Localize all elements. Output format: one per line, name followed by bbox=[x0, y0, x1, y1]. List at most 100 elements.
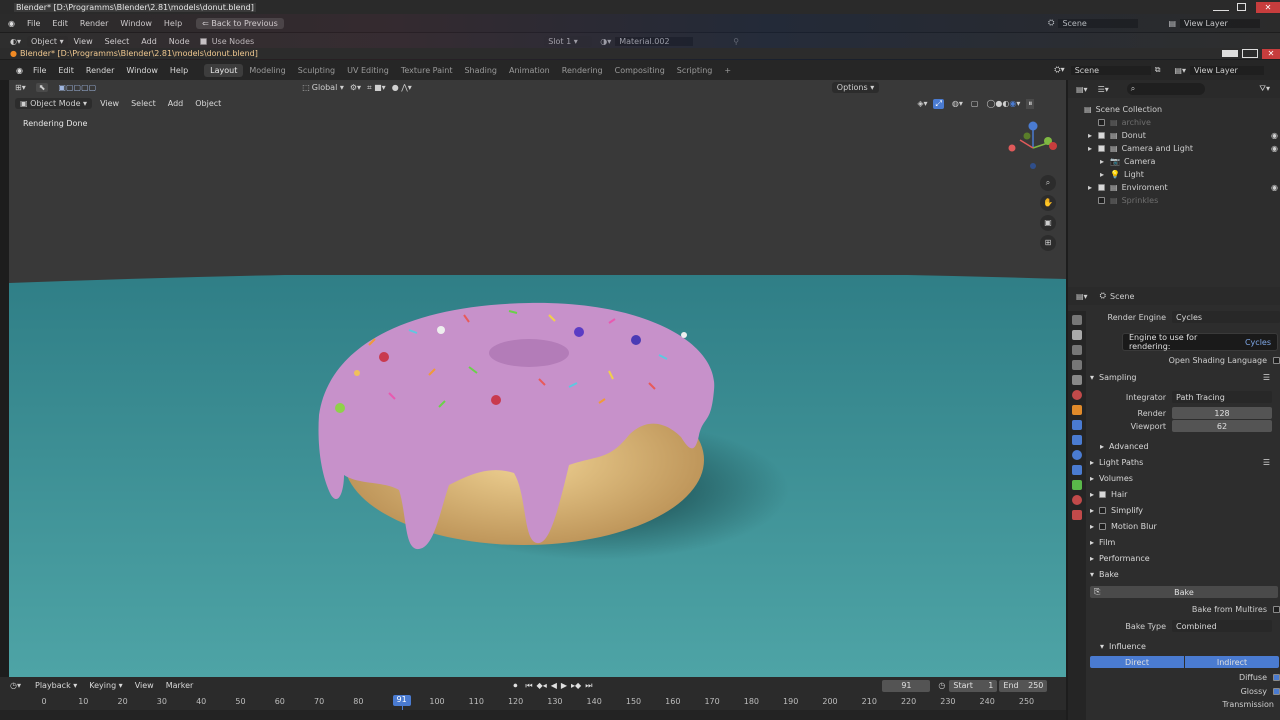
pause-render-icon[interactable]: ⏸ bbox=[1026, 98, 1035, 109]
fg-blender-logo-icon[interactable]: ◉ bbox=[16, 66, 23, 75]
pan-hand-icon[interactable]: ✋ bbox=[1040, 195, 1056, 211]
blender-logo-icon[interactable]: ◉ bbox=[8, 19, 15, 28]
light-paths-presets-icon[interactable]: ☰ bbox=[1263, 458, 1270, 467]
bg-mode-dropdown[interactable]: Object ▾ bbox=[27, 35, 68, 47]
tab-uv-editing[interactable]: UV Editing bbox=[341, 64, 395, 77]
options-dropdown[interactable]: Options ▾ bbox=[831, 82, 880, 93]
tab-compositing[interactable]: Compositing bbox=[609, 64, 671, 77]
world-tab-icon[interactable] bbox=[1072, 390, 1082, 400]
slot-dropdown[interactable]: Slot 1 ▾ bbox=[544, 35, 593, 47]
menu-help[interactable]: Help bbox=[164, 66, 194, 75]
maximize-icon[interactable] bbox=[1237, 3, 1246, 11]
tab-rendering[interactable]: Rendering bbox=[556, 64, 609, 77]
bg-menu-help[interactable]: Help bbox=[158, 19, 188, 28]
hair-checkbox[interactable] bbox=[1099, 490, 1107, 498]
view-layer-tab-icon[interactable] bbox=[1072, 360, 1082, 370]
exclude-checkbox[interactable] bbox=[1098, 184, 1105, 191]
outliner-item[interactable]: ▸ 📷 Camera bbox=[1068, 155, 1280, 168]
exclude-checkbox[interactable] bbox=[1098, 197, 1105, 204]
properties-editor-icon[interactable]: ▤▾ bbox=[1076, 292, 1088, 301]
sampling-presets-icon[interactable]: ☰ bbox=[1263, 373, 1270, 382]
overlay-toggle-icon[interactable]: ◍▾ bbox=[952, 99, 963, 108]
zoom-icon[interactable]: ⌕ bbox=[1040, 175, 1056, 191]
use-nodes-checkbox[interactable] bbox=[199, 37, 207, 45]
expand-arrow-icon[interactable]: ▸ bbox=[1100, 157, 1110, 166]
physics-tab-icon[interactable] bbox=[1072, 450, 1082, 460]
render-samples-field[interactable]: 128 bbox=[1172, 407, 1272, 419]
simplify-checkbox[interactable] bbox=[1099, 506, 1107, 514]
add-workspace-icon[interactable]: + bbox=[718, 64, 737, 77]
mode-dropdown[interactable]: ▣ Object Mode ▾ bbox=[15, 98, 93, 109]
tab-shading[interactable]: Shading bbox=[458, 64, 503, 77]
fg-minimize-icon[interactable] bbox=[1222, 50, 1238, 57]
viewport-samples-field[interactable]: 62 bbox=[1172, 420, 1272, 432]
visibility-icon[interactable]: ◈▾ bbox=[917, 99, 927, 108]
menu-file[interactable]: File bbox=[27, 66, 52, 75]
glossy-checkbox[interactable] bbox=[1273, 687, 1280, 695]
scene-field[interactable]: Scene bbox=[1070, 65, 1151, 75]
vp-menu-view[interactable]: View bbox=[94, 99, 125, 108]
menu-edit[interactable]: Edit bbox=[52, 66, 80, 75]
outliner-item[interactable]: ▸ ▤ Donut ◉ bbox=[1068, 129, 1280, 142]
vp-menu-add[interactable]: Add bbox=[162, 99, 190, 108]
visibility-eye-icon[interactable]: ◉ bbox=[1271, 131, 1278, 140]
outliner-item[interactable]: ▸ ▤ Camera and Light ◉ bbox=[1068, 142, 1280, 155]
sampling-panel-header[interactable]: ▾ Sampling ☰ bbox=[1090, 369, 1280, 385]
gizmo-toggle-icon[interactable]: ⤢ bbox=[933, 98, 944, 109]
outliner-item[interactable]: ▸ 💡 Light bbox=[1068, 168, 1280, 181]
outliner-item[interactable]: ▤ archive bbox=[1068, 116, 1280, 129]
indirect-toggle[interactable]: Indirect bbox=[1185, 656, 1279, 668]
render-tab-icon[interactable] bbox=[1072, 330, 1082, 340]
bg-viewlayer-field[interactable]: View Layer bbox=[1180, 18, 1260, 28]
object-tab-icon[interactable] bbox=[1072, 405, 1082, 415]
diffuse-checkbox[interactable] bbox=[1273, 673, 1280, 681]
advanced-subpanel-header[interactable]: ▸ Advanced bbox=[1090, 438, 1280, 454]
exclude-checkbox[interactable] bbox=[1098, 119, 1105, 126]
bake-type-dropdown[interactable]: Combined bbox=[1172, 620, 1272, 632]
render-engine-dropdown[interactable]: Cycles bbox=[1172, 311, 1280, 323]
tab-texture-paint[interactable]: Texture Paint bbox=[395, 64, 459, 77]
volumes-panel-header[interactable]: ▸ Volumes bbox=[1090, 470, 1280, 486]
camera-view-icon[interactable]: ▣ bbox=[1040, 215, 1056, 231]
editor-type-icon[interactable]: ◐▾ bbox=[10, 37, 21, 46]
outliner-item[interactable]: ▤ Sprinkles bbox=[1068, 194, 1280, 207]
visibility-eye-icon[interactable]: ◉ bbox=[1271, 183, 1278, 192]
bg-menu-render[interactable]: Render bbox=[74, 19, 114, 28]
output-tab-icon[interactable] bbox=[1072, 345, 1082, 355]
bake-from-multires-checkbox[interactable] bbox=[1273, 605, 1280, 613]
navigation-gizmo[interactable] bbox=[1005, 120, 1061, 172]
film-panel-header[interactable]: ▸ Film bbox=[1090, 534, 1280, 550]
light-paths-panel-header[interactable]: ▸ Light Paths ☰ bbox=[1090, 454, 1280, 470]
pin-icon[interactable]: ⚲ bbox=[733, 37, 739, 46]
tool-tab-icon[interactable] bbox=[1072, 315, 1082, 325]
particles-tab-icon[interactable] bbox=[1072, 435, 1082, 445]
data-tab-icon[interactable] bbox=[1072, 480, 1082, 490]
bg-node-menu-view[interactable]: View bbox=[68, 37, 99, 46]
selection-mode-icons[interactable]: ▣▢▢▢▢ bbox=[58, 83, 96, 92]
bake-button[interactable]: ⎘ Bake bbox=[1090, 586, 1278, 598]
fg-maximize-icon[interactable] bbox=[1242, 49, 1258, 58]
close-icon[interactable]: ✕ bbox=[1256, 1, 1280, 13]
timeline-track[interactable] bbox=[0, 710, 1066, 720]
select-tool-icon[interactable]: ⬉ bbox=[35, 83, 49, 92]
material-tab-icon[interactable] bbox=[1072, 495, 1082, 505]
material-field[interactable]: Material.002 bbox=[615, 36, 694, 46]
bg-node-menu-node[interactable]: Node bbox=[163, 37, 196, 46]
fg-close-icon[interactable]: ✕ bbox=[1262, 48, 1280, 59]
viewlayer-field[interactable]: View Layer bbox=[1190, 65, 1264, 75]
playhead-frame-marker[interactable]: 91 bbox=[392, 695, 411, 706]
bg-node-menu-select[interactable]: Select bbox=[99, 37, 136, 46]
outliner-search-input[interactable]: ⌕ bbox=[1126, 83, 1205, 95]
bg-node-menu-add[interactable]: Add bbox=[135, 37, 163, 46]
vp-menu-object[interactable]: Object bbox=[189, 99, 227, 108]
tab-modeling[interactable]: Modeling bbox=[243, 64, 291, 77]
hair-panel-header[interactable]: ▸ Hair bbox=[1090, 486, 1280, 502]
influence-subpanel-header[interactable]: ▾ Influence bbox=[1090, 638, 1280, 654]
scene-collection-row[interactable]: ▤ Scene Collection bbox=[1068, 103, 1280, 116]
menu-render[interactable]: Render bbox=[80, 66, 120, 75]
exclude-checkbox[interactable] bbox=[1098, 145, 1105, 152]
xray-icon[interactable]: ▢ bbox=[971, 99, 979, 108]
display-mode-icon[interactable]: ☰▾ bbox=[1098, 85, 1109, 94]
performance-panel-header[interactable]: ▸ Performance bbox=[1090, 550, 1280, 566]
bake-panel-header[interactable]: ▾ Bake bbox=[1090, 566, 1280, 582]
